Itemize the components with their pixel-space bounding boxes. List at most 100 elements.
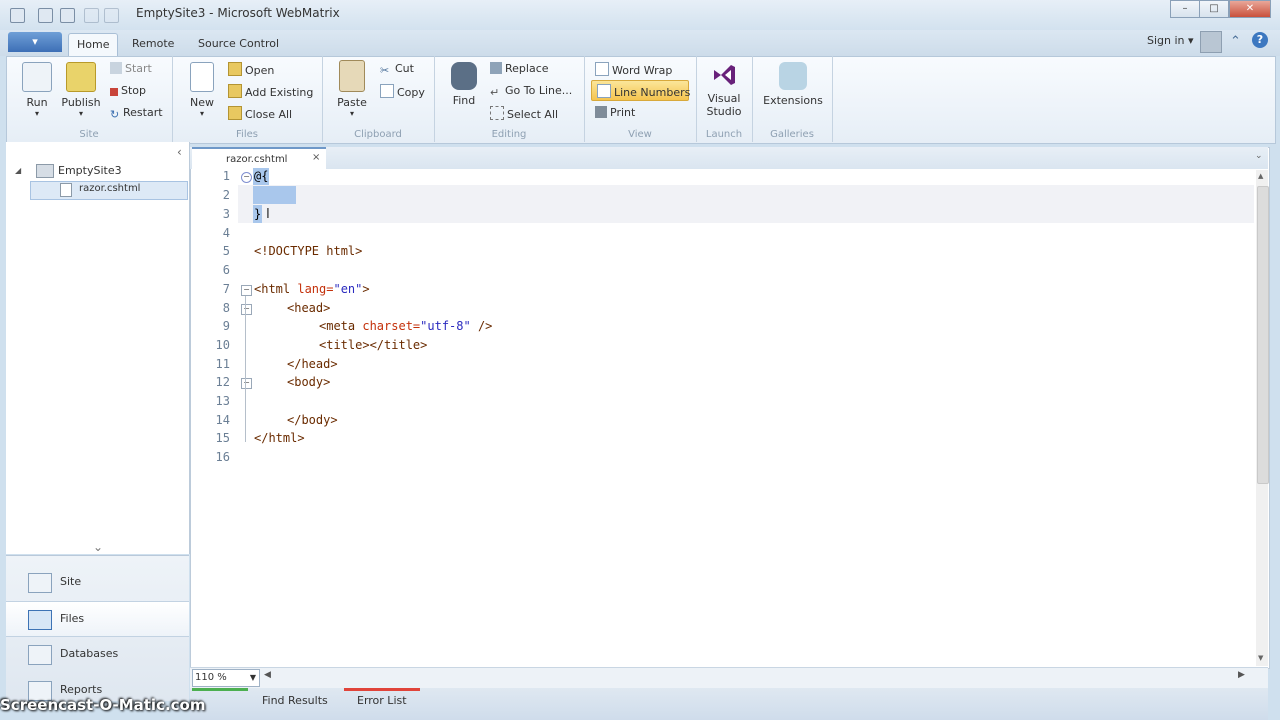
fold-toggle-icon[interactable]: − <box>241 304 252 315</box>
add-existing-button[interactable]: Add Existing <box>228 84 313 99</box>
line-number: 14 <box>215 413 230 427</box>
scroll-up-icon[interactable]: ▲ <box>1258 172 1263 180</box>
replace-button[interactable]: Replace <box>490 62 549 75</box>
file-menu-button[interactable]: ▾ <box>8 32 62 52</box>
line-number: 7 <box>222 282 230 296</box>
save-all-icon[interactable] <box>60 8 75 23</box>
start-button[interactable]: Start <box>110 62 152 75</box>
selection-highlight <box>253 186 296 204</box>
nav-site[interactable]: Site <box>6 565 189 599</box>
tab-find-results[interactable]: Find Results <box>262 694 328 707</box>
close-button[interactable]: ✕ <box>1229 0 1271 18</box>
pane-chevron-icon[interactable]: ⌄ <box>93 540 103 554</box>
stop-button[interactable]: Stop <box>110 84 146 97</box>
app-menu-icon[interactable] <box>10 8 25 23</box>
tab-indicator-green <box>192 688 248 691</box>
visual-studio-icon <box>711 62 737 88</box>
editing-group-label: Editing <box>491 129 527 140</box>
current-line-highlight <box>238 185 1254 223</box>
start-label: Start <box>125 62 152 75</box>
code-token: /> <box>470 319 493 333</box>
publish-button[interactable]: Publish ▾ <box>60 62 102 118</box>
line-number: 3 <box>222 207 230 221</box>
paste-button[interactable]: Paste ▾ <box>334 60 370 118</box>
nav-databases[interactable]: Databases <box>6 637 189 671</box>
stop-label: Stop <box>121 84 147 97</box>
line-number: 5 <box>222 244 230 258</box>
fold-guide <box>245 296 246 442</box>
line-number: 2 <box>222 188 230 202</box>
zoom-dropdown-icon: ▼ <box>249 673 256 682</box>
tab-list-chevron-icon[interactable]: ⌄ <box>1255 151 1263 161</box>
print-label: Print <box>610 106 636 119</box>
extensions-button[interactable]: Extensions <box>760 62 826 107</box>
new-button[interactable]: New ▾ <box>186 62 218 118</box>
add-existing-icon <box>228 84 242 98</box>
line-number: 4 <box>222 226 230 240</box>
code-token: <meta <box>319 319 356 333</box>
galleries-group-label: Galleries <box>770 129 814 140</box>
sign-in-button[interactable]: Sign in ▾ <box>1147 34 1194 47</box>
fold-toggle-icon[interactable]: − <box>241 285 252 296</box>
tree-root-label[interactable]: EmptySite3 <box>58 164 122 177</box>
maximize-button[interactable]: □ <box>1199 0 1229 18</box>
line-numbers-button[interactable]: Line Numbers <box>597 84 690 99</box>
run-button[interactable]: Run ▾ <box>20 62 54 118</box>
print-button[interactable]: Print <box>595 106 635 119</box>
copy-label: Copy <box>397 86 425 99</box>
line-numbers-icon <box>597 84 611 98</box>
close-all-button[interactable]: Close All <box>228 106 292 121</box>
line-number: 10 <box>215 338 230 352</box>
close-all-label: Close All <box>245 108 293 121</box>
open-button[interactable]: Open <box>228 62 274 77</box>
code-token: lang= <box>290 282 334 296</box>
line-number: 9 <box>222 319 230 333</box>
cut-button[interactable]: ✂ Cut <box>380 62 414 77</box>
tab-remote[interactable]: Remote <box>124 33 182 55</box>
visual-studio-label-1: Visual <box>707 92 741 105</box>
undo-icon[interactable] <box>84 8 99 23</box>
run-icon <box>22 62 52 92</box>
nav-databases-label: Databases <box>60 647 119 660</box>
code-editor[interactable] <box>190 147 1270 669</box>
stop-icon <box>110 88 118 96</box>
visual-studio-label-2: Studio <box>706 105 742 118</box>
fold-toggle-icon[interactable]: − <box>241 172 252 183</box>
collapse-ribbon-icon[interactable]: ⌃ <box>1230 34 1241 49</box>
run-label: Run <box>26 96 48 109</box>
code-line-10: <title></title> <box>319 338 428 352</box>
scroll-right-icon[interactable]: ▶ <box>1238 670 1245 680</box>
user-avatar[interactable] <box>1200 31 1222 53</box>
find-button[interactable]: Find <box>448 62 480 107</box>
tree-expand-icon[interactable]: ◢ <box>15 166 21 175</box>
help-icon[interactable]: ? <box>1252 32 1268 48</box>
code-line-14: </body> <box>287 413 338 427</box>
fold-toggle-icon[interactable]: − <box>241 378 252 389</box>
scroll-down-icon[interactable]: ▼ <box>1258 654 1263 662</box>
select-all-button[interactable]: Select All <box>490 106 558 121</box>
document-tab-close-icon[interactable]: × <box>312 152 320 163</box>
line-number: 13 <box>215 394 230 408</box>
tab-home[interactable]: Home <box>68 33 119 56</box>
collapse-pane-icon[interactable]: ‹ <box>177 145 182 159</box>
paste-label: Paste <box>337 96 367 109</box>
word-wrap-button[interactable]: Word Wrap <box>595 62 672 77</box>
tab-source-control[interactable]: Source Control <box>190 33 287 55</box>
save-icon[interactable] <box>38 8 53 23</box>
restart-button[interactable]: ↻ Restart <box>110 106 163 121</box>
scroll-thumb[interactable] <box>1257 186 1269 484</box>
clipboard-group-label: Clipboard <box>354 129 402 140</box>
tab-error-list[interactable]: Error List <box>357 694 407 707</box>
window-title: EmptySite3 - Microsoft WebMatrix <box>136 6 340 20</box>
copy-button[interactable]: Copy <box>380 84 425 99</box>
zoom-select[interactable]: 110 % ▼ <box>192 669 260 687</box>
minimize-button[interactable]: – <box>1170 0 1200 18</box>
scroll-left-icon[interactable]: ◀ <box>264 670 271 680</box>
zoom-value: 110 % <box>195 672 227 683</box>
go-to-line-button[interactable]: ↵ Go To Line... <box>490 84 572 99</box>
redo-icon[interactable] <box>104 8 119 23</box>
select-all-icon <box>490 106 504 120</box>
tab-indicator-red <box>344 688 420 691</box>
nav-files[interactable]: Files <box>6 601 189 637</box>
visual-studio-button[interactable]: Visual Studio <box>700 62 748 118</box>
